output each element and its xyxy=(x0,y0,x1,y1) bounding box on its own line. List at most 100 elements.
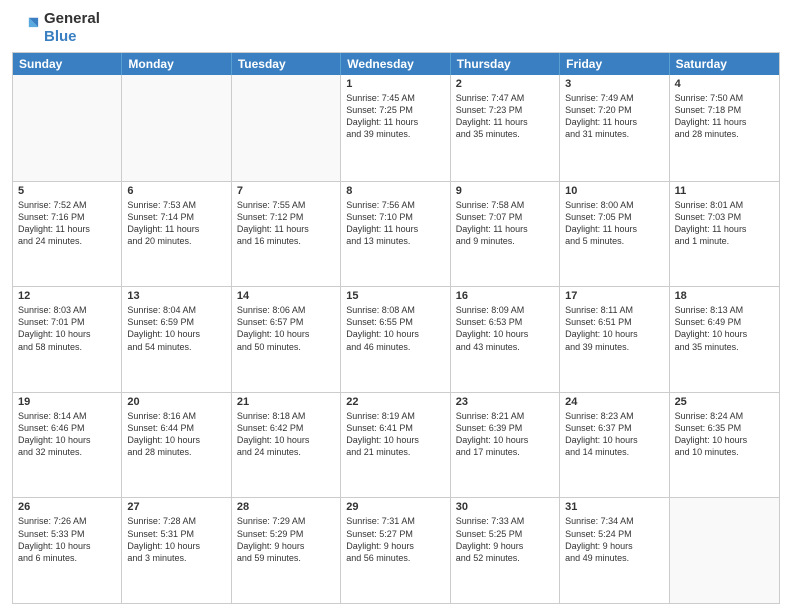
day-number: 16 xyxy=(456,290,554,302)
day-info: Sunrise: 7:53 AM Sunset: 7:14 PM Dayligh… xyxy=(127,199,225,248)
day-number: 5 xyxy=(18,185,116,197)
day-info: Sunrise: 8:00 AM Sunset: 7:05 PM Dayligh… xyxy=(565,199,663,248)
calendar-day-9: 9Sunrise: 7:58 AM Sunset: 7:07 PM Daylig… xyxy=(451,182,560,287)
day-number: 12 xyxy=(18,290,116,302)
calendar-day-28: 28Sunrise: 7:29 AM Sunset: 5:29 PM Dayli… xyxy=(232,498,341,603)
calendar-week-5: 26Sunrise: 7:26 AM Sunset: 5:33 PM Dayli… xyxy=(13,497,779,603)
day-info: Sunrise: 8:13 AM Sunset: 6:49 PM Dayligh… xyxy=(675,304,774,353)
day-info: Sunrise: 7:56 AM Sunset: 7:10 PM Dayligh… xyxy=(346,199,444,248)
calendar-day-20: 20 Sunrise: 8:16 AM Sunset: 6:44 PM Dayli… xyxy=(122,393,231,498)
calendar-day-14: 14 Sunrise: 8:06 AM Sunset: 6:57 PM Dayli… xyxy=(232,287,341,392)
day-number: 10 xyxy=(565,185,663,197)
day-number: 17 xyxy=(565,290,663,302)
day-number: 19 xyxy=(18,396,116,408)
day-info: Sunrise: 7:26 AM Sunset: 5:33 PM Dayligh… xyxy=(18,515,116,564)
calendar-day-30: 30 Sunrise: 7:33 AM Sunset: 5:25 PM Dayli… xyxy=(451,498,560,603)
day-info: Sunrise: 8:24 AM Sunset: 6:35 PM Dayligh… xyxy=(675,410,774,459)
calendar-day-16: 16Sunrise: 8:09 AM Sunset: 6:53 PM Dayli… xyxy=(451,287,560,392)
day-number: 21 xyxy=(237,396,335,408)
day-info: Sunrise: 8:16 AM Sunset: 6:44 PM Dayligh… xyxy=(127,410,225,459)
logo-icon xyxy=(12,14,40,42)
calendar-day-4: 4 Sunrise: 7:50 AM Sunset: 7:18 PM Daylig… xyxy=(670,75,779,181)
day-number: 1 xyxy=(346,78,444,90)
weekday-header-monday: Monday xyxy=(122,53,231,75)
calendar-empty-cell xyxy=(232,75,341,181)
day-info: Sunrise: 8:03 AM Sunset: 7:01 PM Dayligh… xyxy=(18,304,116,353)
calendar-day-23: 23 Sunrise: 8:21 AM Sunset: 6:39 PM Dayli… xyxy=(451,393,560,498)
day-number: 23 xyxy=(456,396,554,408)
calendar-header: SundayMondayTuesdayWednesdayThursdayFrid… xyxy=(13,53,779,75)
day-info: Sunrise: 8:11 AM Sunset: 6:51 PM Dayligh… xyxy=(565,304,663,353)
calendar-day-31: 31 Sunrise: 7:34 AM Sunset: 5:24 PM Dayli… xyxy=(560,498,669,603)
calendar-week-2: 5 Sunrise: 7:52 AM Sunset: 7:16 PM Daylig… xyxy=(13,181,779,287)
calendar-empty-cell xyxy=(122,75,231,181)
day-info: Sunrise: 8:19 AM Sunset: 6:41 PM Dayligh… xyxy=(346,410,444,459)
day-number: 2 xyxy=(456,78,554,90)
calendar-day-11: 11 Sunrise: 8:01 AM Sunset: 7:03 PM Dayli… xyxy=(670,182,779,287)
day-number: 15 xyxy=(346,290,444,302)
day-info: Sunrise: 8:08 AM Sunset: 6:55 PM Dayligh… xyxy=(346,304,444,353)
calendar-day-1: 1 Sunrise: 7:45 AM Sunset: 7:25 PM Daylig… xyxy=(341,75,450,181)
day-number: 7 xyxy=(237,185,335,197)
logo: General Blue xyxy=(12,10,100,46)
calendar-day-26: 26Sunrise: 7:26 AM Sunset: 5:33 PM Dayli… xyxy=(13,498,122,603)
day-number: 8 xyxy=(346,185,444,197)
day-number: 27 xyxy=(127,501,225,513)
day-info: Sunrise: 7:49 AM Sunset: 7:20 PM Dayligh… xyxy=(565,92,663,141)
calendar-day-22: 22 Sunrise: 8:19 AM Sunset: 6:41 PM Dayli… xyxy=(341,393,450,498)
day-info: Sunrise: 7:47 AM Sunset: 7:23 PM Dayligh… xyxy=(456,92,554,141)
day-info: Sunrise: 8:23 AM Sunset: 6:37 PM Dayligh… xyxy=(565,410,663,459)
calendar-day-13: 13Sunrise: 8:04 AM Sunset: 6:59 PM Dayli… xyxy=(122,287,231,392)
day-number: 4 xyxy=(675,78,774,90)
day-number: 22 xyxy=(346,396,444,408)
day-number: 29 xyxy=(346,501,444,513)
calendar-day-18: 18Sunrise: 8:13 AM Sunset: 6:49 PM Dayli… xyxy=(670,287,779,392)
calendar-container: General Blue SundayMondayTuesdayWednesda… xyxy=(0,0,792,612)
day-number: 31 xyxy=(565,501,663,513)
weekday-header-saturday: Saturday xyxy=(670,53,779,75)
day-info: Sunrise: 7:33 AM Sunset: 5:25 PM Dayligh… xyxy=(456,515,554,564)
calendar: SundayMondayTuesdayWednesdayThursdayFrid… xyxy=(12,52,780,604)
day-info: Sunrise: 7:45 AM Sunset: 7:25 PM Dayligh… xyxy=(346,92,444,141)
day-number: 14 xyxy=(237,290,335,302)
calendar-day-2: 2 Sunrise: 7:47 AM Sunset: 7:23 PM Daylig… xyxy=(451,75,560,181)
day-info: Sunrise: 7:28 AM Sunset: 5:31 PM Dayligh… xyxy=(127,515,225,564)
day-info: Sunrise: 7:55 AM Sunset: 7:12 PM Dayligh… xyxy=(237,199,335,248)
day-number: 20 xyxy=(127,396,225,408)
day-info: Sunrise: 8:04 AM Sunset: 6:59 PM Dayligh… xyxy=(127,304,225,353)
day-number: 28 xyxy=(237,501,335,513)
calendar-empty-cell xyxy=(670,498,779,603)
header: General Blue xyxy=(12,10,780,46)
day-info: Sunrise: 8:21 AM Sunset: 6:39 PM Dayligh… xyxy=(456,410,554,459)
calendar-day-5: 5 Sunrise: 7:52 AM Sunset: 7:16 PM Daylig… xyxy=(13,182,122,287)
day-info: Sunrise: 7:52 AM Sunset: 7:16 PM Dayligh… xyxy=(18,199,116,248)
calendar-day-21: 21 Sunrise: 8:18 AM Sunset: 6:42 PM Dayli… xyxy=(232,393,341,498)
calendar-day-24: 24Sunrise: 8:23 AM Sunset: 6:37 PM Dayli… xyxy=(560,393,669,498)
day-info: Sunrise: 8:14 AM Sunset: 6:46 PM Dayligh… xyxy=(18,410,116,459)
calendar-day-8: 8 Sunrise: 7:56 AM Sunset: 7:10 PM Daylig… xyxy=(341,182,450,287)
calendar-day-25: 25Sunrise: 8:24 AM Sunset: 6:35 PM Dayli… xyxy=(670,393,779,498)
day-info: Sunrise: 8:01 AM Sunset: 7:03 PM Dayligh… xyxy=(675,199,774,248)
day-info: Sunrise: 8:06 AM Sunset: 6:57 PM Dayligh… xyxy=(237,304,335,353)
calendar-week-1: 1 Sunrise: 7:45 AM Sunset: 7:25 PM Daylig… xyxy=(13,75,779,181)
calendar-day-6: 6 Sunrise: 7:53 AM Sunset: 7:14 PM Daylig… xyxy=(122,182,231,287)
weekday-header-tuesday: Tuesday xyxy=(232,53,341,75)
day-number: 30 xyxy=(456,501,554,513)
calendar-day-7: 7 Sunrise: 7:55 AM Sunset: 7:12 PM Daylig… xyxy=(232,182,341,287)
day-number: 3 xyxy=(565,78,663,90)
calendar-day-19: 19 Sunrise: 8:14 AM Sunset: 6:46 PM Dayli… xyxy=(13,393,122,498)
calendar-day-17: 17 Sunrise: 8:11 AM Sunset: 6:51 PM Dayli… xyxy=(560,287,669,392)
day-info: Sunrise: 7:50 AM Sunset: 7:18 PM Dayligh… xyxy=(675,92,774,141)
calendar-week-4: 19 Sunrise: 8:14 AM Sunset: 6:46 PM Dayli… xyxy=(13,392,779,498)
calendar-day-10: 10 Sunrise: 8:00 AM Sunset: 7:05 PM Dayli… xyxy=(560,182,669,287)
day-number: 11 xyxy=(675,185,774,197)
calendar-day-12: 12 Sunrise: 8:03 AM Sunset: 7:01 PM Dayli… xyxy=(13,287,122,392)
day-info: Sunrise: 7:34 AM Sunset: 5:24 PM Dayligh… xyxy=(565,515,663,564)
calendar-day-3: 3 Sunrise: 7:49 AM Sunset: 7:20 PM Daylig… xyxy=(560,75,669,181)
day-info: Sunrise: 7:31 AM Sunset: 5:27 PM Dayligh… xyxy=(346,515,444,564)
day-info: Sunrise: 8:18 AM Sunset: 6:42 PM Dayligh… xyxy=(237,410,335,459)
weekday-header-thursday: Thursday xyxy=(451,53,560,75)
weekday-header-wednesday: Wednesday xyxy=(341,53,450,75)
day-number: 6 xyxy=(127,185,225,197)
weekday-header-friday: Friday xyxy=(560,53,669,75)
